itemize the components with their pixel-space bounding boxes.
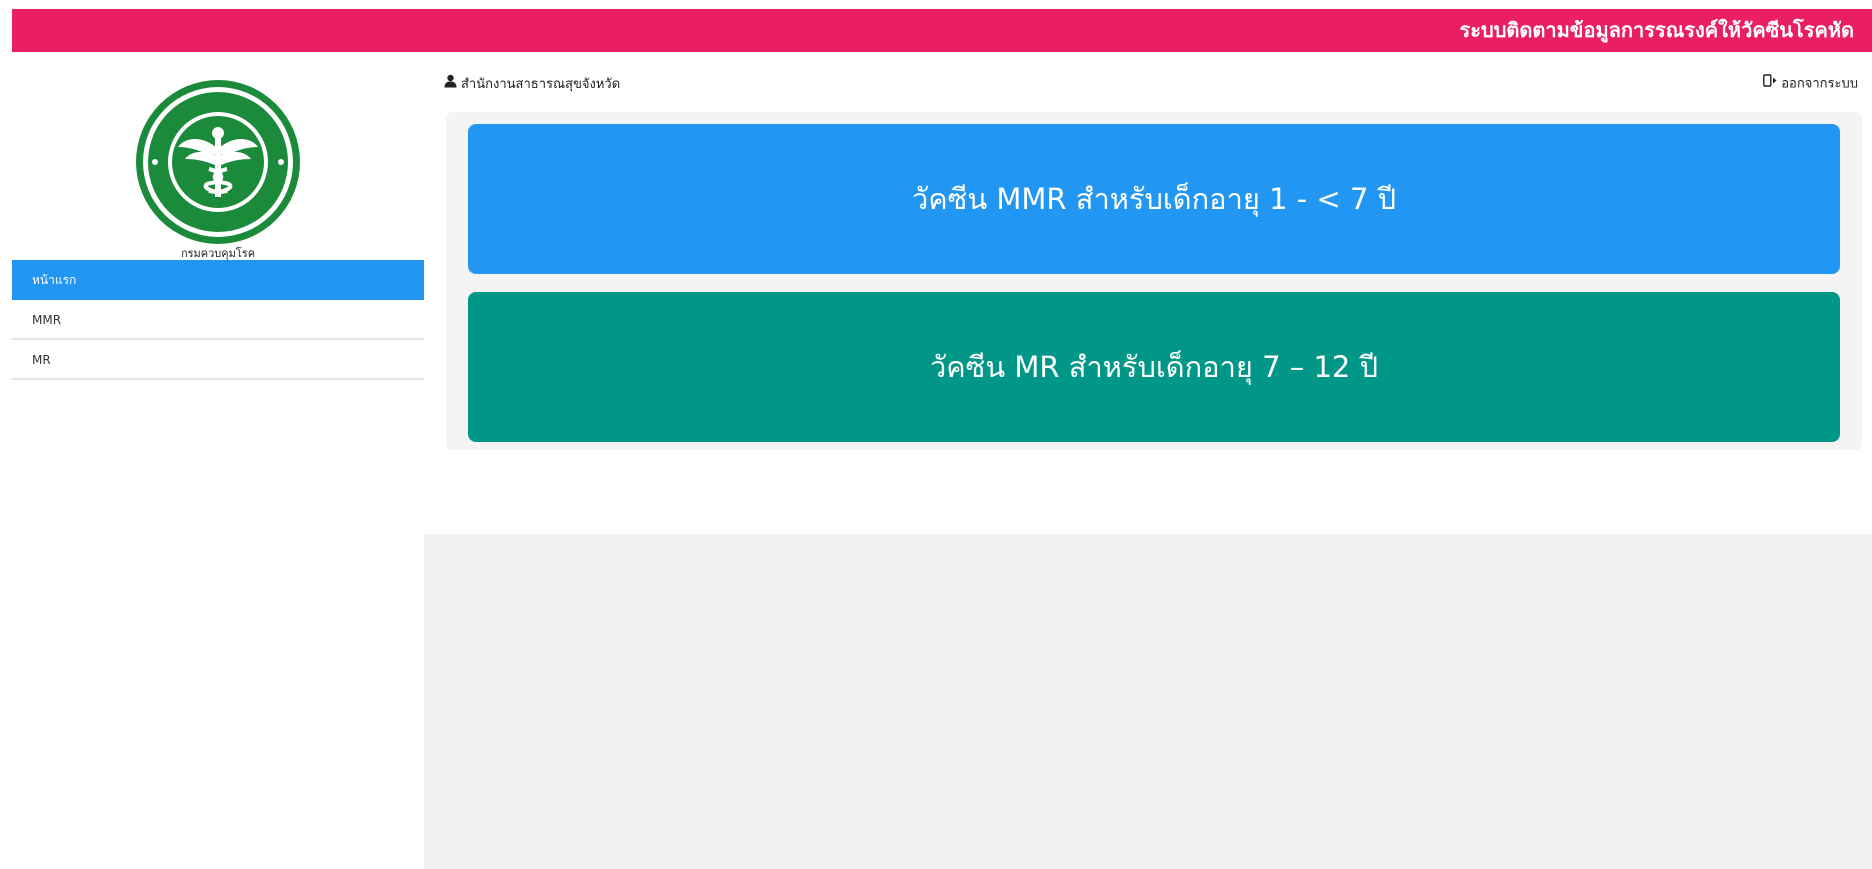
top-header-bar: ระบบติดตามข้อมูลการรณรงค์ให้วัคซีนโรคหัด	[12, 9, 1872, 52]
sidebar-item-home[interactable]: หน้าแรก	[12, 260, 424, 300]
sidebar-nav: หน้าแรก MMR MR	[12, 260, 424, 380]
logout-label: ออกจากระบบ	[1781, 76, 1858, 92]
sidebar-item-mr[interactable]: MR	[12, 340, 424, 380]
sidebar-item-label: หน้าแรก	[32, 273, 77, 287]
user-label: สำนักงานสาธารณสุขจังหวัด	[461, 77, 621, 92]
sidebar-item-mmr[interactable]: MMR	[12, 300, 424, 340]
mmr-vaccine-button[interactable]: วัคซีน MMR สำหรับเด็กอายุ 1 - < 7 ปี	[468, 124, 1840, 274]
sidebar-item-label: MMR	[32, 313, 62, 327]
mmr-vaccine-label: วัคซีน MMR สำหรับเด็กอายุ 1 - < 7 ปี	[911, 182, 1397, 216]
ministry-seal-icon	[133, 77, 303, 247]
mr-vaccine-label: วัคซีน MR สำหรับเด็กอายุ 7 – 12 ปี	[929, 350, 1378, 384]
logout-link[interactable]: ออกจากระบบ	[1763, 74, 1858, 94]
user-info: สำนักงานสาธารณสุขจังหวัด	[444, 74, 620, 94]
app-title: ระบบติดตามข้อมูลการรณรงค์ให้วัคซีนโรคหัด	[1459, 18, 1854, 42]
sign-out-icon	[1763, 74, 1777, 94]
sidebar: กรมควบคุมโรค หน้าแรก MMR MR	[12, 60, 424, 869]
vaccine-card-area: วัคซีน MMR สำหรับเด็กอายุ 1 - < 7 ปี วัค…	[446, 112, 1862, 450]
user-icon	[444, 74, 457, 95]
mr-vaccine-button[interactable]: วัคซีน MR สำหรับเด็กอายุ 7 – 12 ปี	[468, 292, 1840, 442]
main-panel: สำนักงานสาธารณสุขจังหวัด ออกจากระบบ วัคซ…	[424, 60, 1872, 534]
sidebar-item-label: MR	[32, 353, 51, 367]
